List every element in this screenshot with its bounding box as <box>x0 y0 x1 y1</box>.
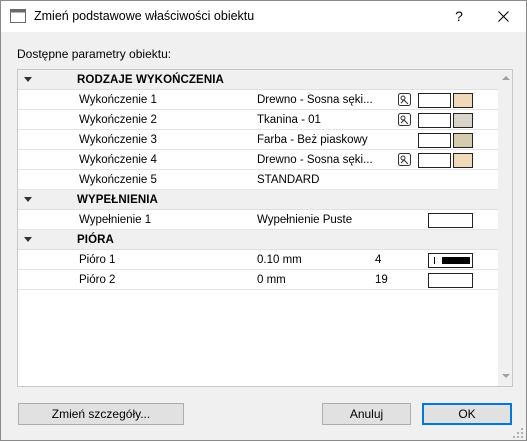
param-name: Pióro 1 <box>79 254 116 266</box>
group-name: RODZAJE WYKOŃCZENIA <box>77 74 224 86</box>
group-header-fills[interactable]: WYPEŁNIENIA <box>18 190 498 210</box>
pen-preview-swatch[interactable] <box>428 273 473 288</box>
param-row[interactable]: Wykończenie 3 Farba - Beż piaskowy <box>18 130 498 150</box>
help-button[interactable]: ? <box>441 1 477 32</box>
param-row[interactable]: Wykończenie 2 Tkanina - 01 <box>18 110 498 130</box>
param-name: Wykończenie 2 <box>79 114 157 126</box>
param-row[interactable]: Wykończenie 1 Drewno - Sosna sęki... <box>18 90 498 110</box>
param-row[interactable]: Wykończenie 5 STANDARD <box>18 170 498 190</box>
param-row[interactable]: Pióro 1 0.10 mm 4 <box>18 250 498 270</box>
parameter-list[interactable]: RODZAJE WYKOŃCZENIA Wykończenie 1 Drewno… <box>17 69 513 387</box>
fill-preview-swatch[interactable] <box>428 213 473 228</box>
vertical-scrollbar[interactable] <box>498 70 512 386</box>
pen-number[interactable]: 4 <box>375 254 381 266</box>
resize-grip-icon[interactable] <box>512 427 524 439</box>
cancel-button[interactable]: Anuluj <box>322 403 411 425</box>
pen-preview-swatch[interactable] <box>428 253 473 268</box>
group-name: WYPEŁNIENIA <box>77 194 158 206</box>
material-swatch-blank[interactable] <box>418 133 451 148</box>
param-name: Wykończenie 3 <box>79 134 157 146</box>
param-name: Wykończenie 4 <box>79 154 157 166</box>
ok-button[interactable]: OK <box>422 403 512 425</box>
collapse-arrow-icon[interactable] <box>24 77 32 82</box>
title-bar: Zmień podstawowe właściwości obiektu ? <box>1 1 526 32</box>
param-row[interactable]: Wypełnienie 1 Wypełnienie Puste <box>18 210 498 230</box>
material-picker-icon[interactable] <box>398 113 411 126</box>
scroll-down-arrow-icon[interactable] <box>502 374 510 378</box>
pen-number[interactable]: 19 <box>375 274 388 286</box>
material-swatch-blank[interactable] <box>418 93 451 108</box>
collapse-arrow-icon[interactable] <box>24 197 32 202</box>
change-details-button[interactable]: Zmień szczegóły... <box>18 403 184 425</box>
material-color-swatch[interactable] <box>453 153 473 168</box>
group-name: PIÓRA <box>77 234 114 246</box>
param-name: Wykończenie 5 <box>79 174 157 186</box>
param-name: Pióro 2 <box>79 274 116 286</box>
param-value[interactable]: Wypełnienie Puste <box>257 214 352 226</box>
param-value[interactable]: Tkanina - 01 <box>257 114 321 126</box>
param-value[interactable]: STANDARD <box>257 174 319 186</box>
material-color-swatch[interactable] <box>453 113 473 128</box>
param-value[interactable]: 0 mm <box>257 274 286 286</box>
material-color-swatch[interactable] <box>453 93 473 108</box>
params-label: Dostępne parametry obiektu: <box>17 47 172 61</box>
param-name: Wykończenie 1 <box>79 94 157 106</box>
material-swatch-blank[interactable] <box>418 113 451 128</box>
param-value[interactable]: Farba - Beż piaskowy <box>257 134 368 146</box>
close-button[interactable] <box>481 1 526 32</box>
group-header-finishes[interactable]: RODZAJE WYKOŃCZENIA <box>18 70 498 90</box>
window-title: Zmień podstawowe właściwości obiektu <box>34 9 255 23</box>
material-picker-icon[interactable] <box>398 153 411 166</box>
param-row[interactable]: Wykończenie 4 Drewno - Sosna sęki... <box>18 150 498 170</box>
app-icon <box>10 9 26 23</box>
param-value[interactable]: Drewno - Sosna sęki... <box>257 94 373 106</box>
close-icon <box>498 11 509 22</box>
param-value[interactable]: 0.10 mm <box>257 254 302 266</box>
pen-color-bar <box>442 257 470 264</box>
scroll-up-arrow-icon[interactable] <box>502 76 510 80</box>
material-color-swatch[interactable] <box>453 133 473 148</box>
param-row[interactable]: Pióro 2 0 mm 19 <box>18 270 498 290</box>
dialog-window: Zmień podstawowe właściwości obiektu ? D… <box>0 0 527 441</box>
pen-tick-mark <box>434 257 435 264</box>
param-name: Wypełnienie 1 <box>79 214 152 226</box>
group-header-pens[interactable]: PIÓRA <box>18 230 498 250</box>
material-swatch-blank[interactable] <box>418 153 451 168</box>
param-value[interactable]: Drewno - Sosna sęki... <box>257 154 373 166</box>
collapse-arrow-icon[interactable] <box>24 237 32 242</box>
material-picker-icon[interactable] <box>398 93 411 106</box>
